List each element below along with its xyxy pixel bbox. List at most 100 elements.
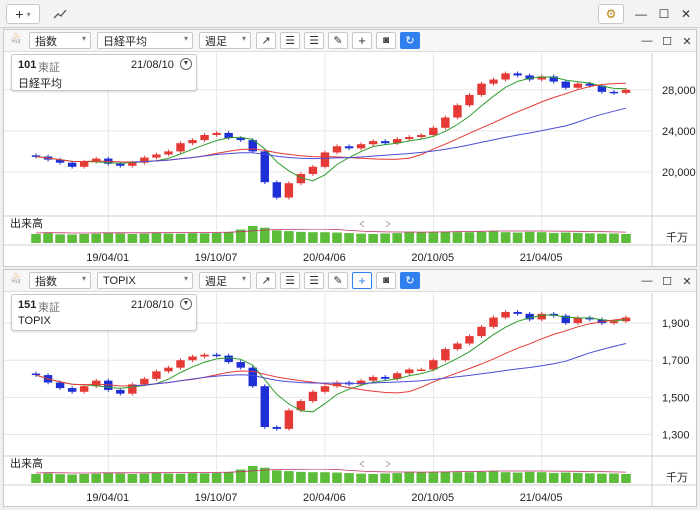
candle-body xyxy=(380,376,390,379)
y-tick-label: 1,700 xyxy=(662,355,690,367)
volume-bar xyxy=(344,233,354,243)
chart-line-icon xyxy=(53,9,67,19)
date-label: 21/08/10 xyxy=(131,299,174,311)
candle-body xyxy=(320,152,330,167)
settings-button[interactable]: ⚙ xyxy=(598,4,624,24)
candle-body xyxy=(284,183,294,198)
flame-icon: ♨ xyxy=(11,30,21,40)
candle-body xyxy=(417,369,426,372)
gear-icon: ⚙ xyxy=(605,7,617,21)
volume-bar xyxy=(55,234,65,243)
volume-bar xyxy=(55,474,65,483)
candle-body xyxy=(561,81,570,88)
volume-bar xyxy=(512,472,523,483)
volume-unit-label: 千万 xyxy=(666,231,688,244)
panel-minimize-button[interactable]: — xyxy=(640,273,654,289)
volume-bar xyxy=(356,233,366,243)
volume-bar xyxy=(356,473,366,483)
volume-bar xyxy=(464,472,475,483)
volume-bar xyxy=(91,473,102,483)
volume-label: 出来高 xyxy=(10,456,43,470)
volume-bar xyxy=(284,231,294,243)
x-tick-label: 20/10/05 xyxy=(411,492,454,504)
screenshot-button[interactable]: ◙ xyxy=(376,272,396,289)
volume-label: 出来高 xyxy=(10,216,43,230)
symbol-name: TOPIX xyxy=(18,315,51,327)
period-select[interactable]: 週足 ▾ xyxy=(199,272,251,289)
volume-bar xyxy=(464,232,475,243)
period-select[interactable]: 週足 ▾ xyxy=(199,32,251,49)
indicator-left-button[interactable]: ☰ xyxy=(280,272,300,289)
candle-body xyxy=(429,360,438,370)
volume-bar xyxy=(127,234,138,243)
x-tick-label: 19/04/01 xyxy=(86,492,129,504)
lines-right-icon: ☰ xyxy=(309,275,319,287)
panel-toolbar: ♨ Hot 指数 ▾ TOPIX ▾ 週足 ▾ ↗ ☰ ☰ ✎ + ◙ ↻ — ☐ ✕ xyxy=(4,270,696,292)
trendline-tool-button[interactable]: ↗ xyxy=(256,272,276,289)
candle-body xyxy=(248,367,257,387)
volume-bar xyxy=(573,472,583,483)
refresh-button[interactable]: ↻ xyxy=(400,272,420,289)
volume-bar xyxy=(428,472,439,483)
scroll-nav[interactable] xyxy=(294,219,418,229)
candle-body xyxy=(116,389,125,394)
indicator-right-button[interactable]: ☰ xyxy=(304,32,324,49)
crosshair-button[interactable]: + xyxy=(352,272,372,289)
volume-bar xyxy=(440,471,451,483)
symbol-select[interactable]: 日経平均 ▾ xyxy=(97,32,193,49)
chevron-down-icon: ▾ xyxy=(241,274,246,283)
panel-maximize-button[interactable]: ☐ xyxy=(660,273,674,289)
index-type-select[interactable]: 指数 ▾ xyxy=(29,32,91,49)
volume-bar xyxy=(163,233,174,243)
volume-bar xyxy=(332,472,342,483)
pencil-icon: ✎ xyxy=(333,35,343,47)
indicator-left-button[interactable]: ☰ xyxy=(280,32,300,49)
trendline-tool-button[interactable]: ↗ xyxy=(256,32,276,49)
chevron-down-circle-icon[interactable]: ▼ xyxy=(180,58,192,70)
draw-tool-button[interactable]: ✎ xyxy=(328,32,348,49)
indicator-right-button[interactable]: ☰ xyxy=(304,272,324,289)
exchange-label: 東証 xyxy=(38,62,60,74)
x-tick-label: 19/10/07 xyxy=(195,252,238,264)
add-chart-button[interactable]: + ▾ xyxy=(6,4,40,24)
y-tick-label: 1,300 xyxy=(662,429,690,441)
volume-bar xyxy=(31,234,41,243)
volume-bar xyxy=(79,234,89,243)
window-close-button[interactable]: ✕ xyxy=(677,5,695,23)
volume-bar xyxy=(103,473,114,483)
volume-bar xyxy=(452,472,463,483)
window-maximize-button[interactable]: ☐ xyxy=(655,5,673,23)
symbol-info-card: 151 東証 21/08/10 ▼ TOPIX xyxy=(11,294,197,331)
volume-bar xyxy=(115,233,126,243)
panel-close-button[interactable]: ✕ xyxy=(680,273,694,289)
y-tick-label: 28,000 xyxy=(662,85,696,97)
candle-body xyxy=(344,146,354,149)
volume-bar xyxy=(560,472,571,483)
volume-bar xyxy=(163,473,174,483)
volume-bar xyxy=(296,471,306,483)
candle-body xyxy=(477,83,486,95)
screenshot-button[interactable]: ◙ xyxy=(376,32,396,49)
panel-maximize-button[interactable]: ☐ xyxy=(660,33,674,49)
draw-tool-button[interactable]: ✎ xyxy=(328,272,348,289)
refresh-button[interactable]: ↻ xyxy=(400,32,420,49)
volume-bar xyxy=(548,232,559,243)
symbol-select[interactable]: TOPIX ▾ xyxy=(97,272,193,289)
volume-bar xyxy=(91,233,102,243)
chart-line-button[interactable] xyxy=(48,4,72,24)
volume-bar xyxy=(597,233,607,243)
candle-body xyxy=(176,143,185,152)
scroll-nav[interactable] xyxy=(294,459,418,469)
window-minimize-button[interactable]: — xyxy=(632,5,650,23)
panel-close-button[interactable]: ✕ xyxy=(680,33,694,49)
panel-minimize-button[interactable]: — xyxy=(640,33,654,49)
candle-body xyxy=(465,94,474,106)
candle-body xyxy=(308,391,318,402)
crosshair-button[interactable]: + xyxy=(352,32,372,49)
volume-bar xyxy=(115,473,126,483)
candle-body xyxy=(200,354,209,357)
candle-body xyxy=(176,360,185,368)
index-type-select[interactable]: 指数 ▾ xyxy=(29,272,91,289)
ma-mid-line xyxy=(35,82,627,163)
chevron-down-circle-icon[interactable]: ▼ xyxy=(180,298,192,310)
